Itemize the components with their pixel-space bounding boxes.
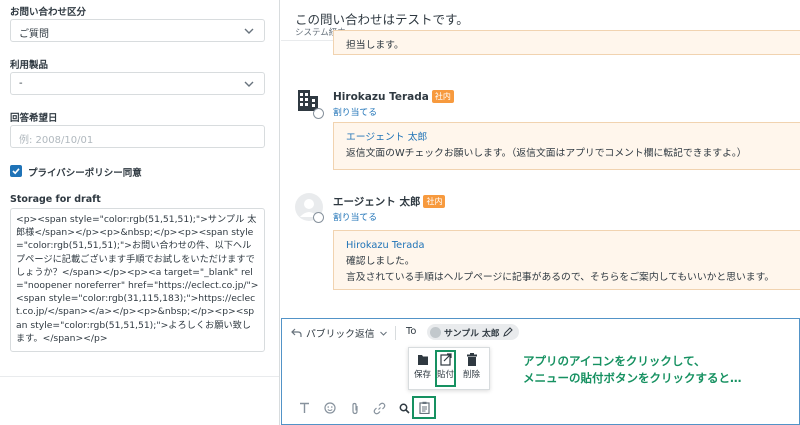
product-label: 利用製品 <box>10 60 49 71</box>
desired-date-input[interactable]: 例: 2008/10/01 <box>10 125 265 148</box>
note-body: 言及されている手順はヘルプページに記事があるので、そちらをご案内してもいいかと思… <box>346 272 775 283</box>
paste-label: 貼付 <box>437 370 455 380</box>
paste-button[interactable]: 貼付 <box>435 350 456 387</box>
draft-textarea[interactable]: <p><span style="color:rgb(51,51,51);">サン… <box>10 208 265 352</box>
link-button[interactable] <box>367 399 392 417</box>
app-menu: 保存 貼付 削除 <box>408 347 490 390</box>
user-icon <box>313 108 324 119</box>
trash-icon <box>466 353 477 366</box>
reply-icon <box>291 328 302 337</box>
product-value: - <box>19 78 23 89</box>
emoji-button[interactable] <box>317 399 342 417</box>
reply-composer[interactable]: パブリック返信 To サンプル 太郎 保存 貼付 削除 アプリのアイコンをクリッ… <box>281 318 800 425</box>
assign-link[interactable]: 割り当てる <box>333 105 377 118</box>
product-select[interactable]: - <box>10 72 265 95</box>
callout-line: アプリのアイコンをクリックして、 <box>523 354 706 368</box>
user-icon <box>313 212 324 223</box>
author-name: Hirokazu Terada <box>333 91 429 103</box>
save-label: 保存 <box>413 370 431 380</box>
assign-link[interactable]: 割り当てる <box>333 210 377 223</box>
app-button[interactable] <box>412 396 436 419</box>
mention-link[interactable]: Hirokazu Terada <box>346 238 788 254</box>
draft-label: Storage for draft <box>10 194 101 205</box>
emoji-icon <box>323 402 336 414</box>
text-format-button[interactable] <box>292 399 317 417</box>
attachment-button[interactable] <box>342 399 367 417</box>
note-body: 確認しました。 <box>346 256 415 267</box>
ticket-fields-panel: お問い合わせ区分 ご質問 利用製品 - 回答希望日 例: 2008/10/01 … <box>0 0 280 425</box>
save-button[interactable]: 保存 <box>412 352 433 386</box>
desired-date-placeholder: 例: 2008/10/01 <box>19 135 94 146</box>
delete-button[interactable]: 削除 <box>461 352 482 386</box>
author-name: エージェント 太郎 <box>333 196 421 208</box>
annotation-callout: アプリのアイコンをクリックして、 メニューの貼付ボタンをクリックすると… <box>523 353 742 387</box>
text-format-icon <box>300 402 309 413</box>
composer-toolbar <box>292 399 417 417</box>
attachment-icon <box>351 402 358 414</box>
paste-icon <box>439 353 452 366</box>
note-fragment: 担当します。 <box>346 40 404 51</box>
inquiry-type-select[interactable]: ご質問 <box>10 19 265 42</box>
internal-note: Hirokazu Terada 確認しました。 言及されている手順はヘルプページ… <box>333 230 800 290</box>
link-icon <box>373 402 386 414</box>
recipient-name: サンプル 太郎 <box>444 328 500 339</box>
chevron-down-icon <box>244 81 254 87</box>
recipient-chip[interactable]: サンプル 太郎 <box>427 324 519 340</box>
callout-line: メニューの貼付ボタンをクリックすると… <box>523 371 742 385</box>
divider <box>0 376 279 377</box>
divider <box>395 326 396 340</box>
chevron-down-icon <box>379 331 387 336</box>
message-author: Hirokazu Terada 社内 <box>333 90 454 103</box>
mention-link[interactable]: エージェント 太郎 <box>346 130 788 146</box>
avatar <box>430 326 441 338</box>
inquiry-type-label: お問い合わせ区分 <box>10 7 87 18</box>
search-icon <box>399 403 410 414</box>
inquiry-type-value: ご質問 <box>19 29 49 40</box>
reply-type-selector[interactable]: パブリック返信 <box>291 326 388 340</box>
privacy-checkbox-label: プライバシーポリシー同意 <box>28 168 142 179</box>
message-author: エージェント 太郎 社内 <box>333 194 446 209</box>
delete-label: 削除 <box>462 370 480 380</box>
internal-tag: 社内 <box>423 195 446 208</box>
conversation-panel: この問い合わせはテストです。 システム経由 担当します。 Hirokazu Te… <box>281 0 800 318</box>
check-icon <box>12 168 20 175</box>
privacy-checkbox[interactable] <box>10 165 22 177</box>
reply-type-label: パブリック返信 <box>306 329 375 340</box>
desired-date-label: 回答希望日 <box>10 113 58 124</box>
note-body: 返信文面のWチェックお願いします。（返信文面はアプリでコメント欄に転記できますよ… <box>346 148 747 159</box>
internal-tag: 社内 <box>431 90 454 103</box>
app-icon <box>418 401 430 414</box>
save-icon <box>417 355 428 365</box>
internal-note: 担当します。 <box>333 30 800 55</box>
pencil-icon[interactable] <box>502 327 513 337</box>
to-label: To <box>406 326 417 337</box>
chevron-down-icon <box>244 28 254 34</box>
internal-note: エージェント 太郎 返信文面のWチェックお願いします。（返信文面はアプリでコメン… <box>333 122 800 170</box>
